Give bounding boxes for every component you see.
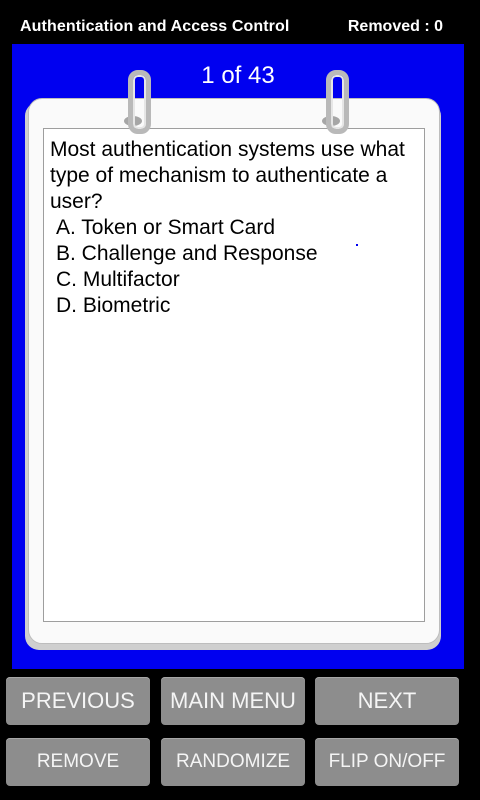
previous-button[interactable]: PREVIOUS	[6, 677, 150, 725]
question-text: Most authentication systems use what typ…	[50, 138, 405, 213]
answer-option-a: A. Token or Smart Card	[56, 216, 276, 239]
randomize-button[interactable]: RANDOMIZE	[161, 738, 305, 786]
question-card[interactable]: Most authentication systems use what typ…	[43, 128, 425, 622]
question-counter: 1 of 43	[201, 62, 275, 89]
answer-option-c: C. Multifactor	[56, 268, 180, 291]
removed-count: Removed : 0	[347, 18, 443, 35]
flip-toggle-button[interactable]: FLIP ON/OFF	[315, 738, 459, 786]
answer-option-d: D. Biometric	[56, 294, 171, 317]
answer-option-b: B. Challenge and Response	[56, 242, 318, 265]
remove-button[interactable]: REMOVE	[6, 738, 150, 786]
main-menu-button[interactable]: MAIN MENU	[161, 677, 305, 725]
next-button[interactable]: NEXT	[315, 677, 459, 725]
answer-list: A. Token or Smart Card B. Challenge and …	[56, 215, 414, 319]
category-title: Authentication and Access Control	[20, 18, 290, 35]
binder-ring-right-icon	[326, 70, 349, 134]
binder-ring-left-icon	[128, 70, 151, 134]
header-bar: Authentication and Access Control Remove…	[0, 0, 480, 44]
stray-dot	[356, 244, 358, 246]
